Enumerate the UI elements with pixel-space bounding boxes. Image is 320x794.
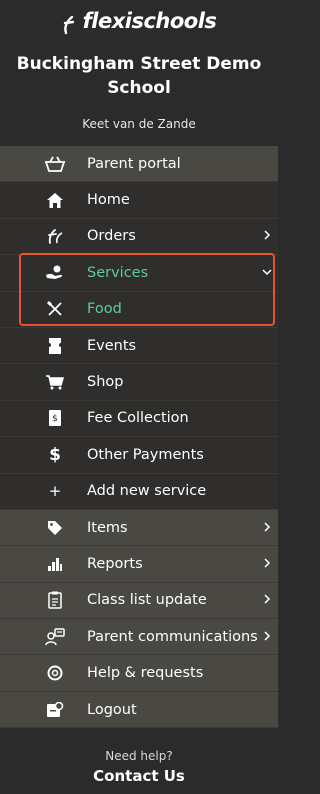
menu-item-label: Logout (87, 701, 137, 718)
menu-item-label: Fee Collection (87, 410, 189, 427)
menu-item-other-payments[interactable]: $ Other Payments (0, 437, 278, 474)
bar-chart-icon (44, 553, 66, 575)
chevron-down-icon (262, 269, 272, 275)
menu-item-fee-collection[interactable]: $ Fee Collection (0, 400, 278, 438)
chevron-right-icon (264, 594, 271, 604)
menu-item-label: Parent communications (87, 628, 258, 645)
chat-user-icon (44, 626, 66, 648)
menu-item-label: Orders (87, 228, 136, 245)
chevron-right-icon (264, 230, 271, 240)
menu-item-label: Class list update (87, 592, 207, 609)
menu-item-label: Food (87, 301, 122, 318)
sidebar-menu: Parent portal Home Orders Services Food … (0, 146, 278, 729)
flexi-logo-icon (63, 15, 74, 34)
clipboard-icon (44, 589, 66, 611)
menu-item-label: Home (87, 192, 130, 209)
menu-item-label: Shop (87, 374, 124, 391)
menu-item-food[interactable]: Food (0, 291, 278, 328)
plus-icon: + (48, 482, 62, 501)
user-name: Keet van de Zande (82, 117, 196, 131)
sidebar-header: flexischools Buckingham Street Demo Scho… (0, 0, 278, 146)
chevron-right-icon (264, 631, 271, 641)
utensils-icon (44, 298, 66, 320)
menu-item-shop[interactable]: Shop (0, 364, 278, 401)
menu-item-home[interactable]: Home (0, 182, 278, 219)
menu-item-orders[interactable]: Orders (0, 218, 278, 256)
menu-item-label: Items (87, 519, 128, 536)
need-help-text: Need help? (105, 749, 173, 763)
svg-text:$: $ (52, 414, 58, 424)
menu-item-events[interactable]: Events (0, 327, 278, 365)
tag-icon (44, 517, 66, 539)
home-icon (44, 189, 66, 211)
sidebar-footer: Need help? Contact Us (0, 728, 278, 794)
brand-logo[interactable]: flexischools (0, 9, 278, 35)
chevron-right-icon (264, 522, 271, 532)
menu-item-label: Add new service (87, 483, 207, 500)
chevron-right-icon (264, 558, 271, 568)
menu-item-logout[interactable]: Logout (0, 691, 278, 729)
menu-item-label: Reports (87, 555, 143, 572)
menu-item-parent-portal[interactable]: Parent portal (0, 146, 278, 183)
school-name: Buckingham Street Demo School (16, 54, 262, 98)
lifebuoy-icon (44, 662, 66, 684)
menu-item-parent-communications[interactable]: Parent communications (0, 619, 278, 656)
menu-item-label: Help & requests (87, 665, 204, 682)
menu-item-add-new-service[interactable]: + Add new service (0, 473, 278, 510)
ticket-icon (44, 335, 66, 357)
menu-item-class-list-update[interactable]: Class list update (0, 582, 278, 620)
menu-item-label: Other Payments (87, 446, 204, 463)
menu-item-label: Events (87, 337, 137, 354)
menu-item-help-requests[interactable]: Help & requests (0, 655, 278, 692)
menu-item-label: Services (87, 264, 149, 281)
receipt-icon: $ (44, 407, 66, 429)
brand-name: flexischools (82, 9, 217, 33)
menu-item-reports[interactable]: Reports (0, 546, 278, 583)
menu-item-items[interactable]: Items (0, 509, 278, 547)
dollar-icon: $ (49, 444, 61, 465)
flexi-icon (44, 225, 66, 247)
hand-service-icon (44, 262, 66, 284)
cart-icon (44, 371, 66, 393)
logout-icon (44, 699, 66, 721)
menu-item-label: Parent portal (87, 155, 181, 172)
menu-item-services[interactable]: Services (0, 255, 278, 292)
contact-us-link[interactable]: Contact Us (0, 767, 278, 785)
basket-icon (44, 153, 66, 175)
